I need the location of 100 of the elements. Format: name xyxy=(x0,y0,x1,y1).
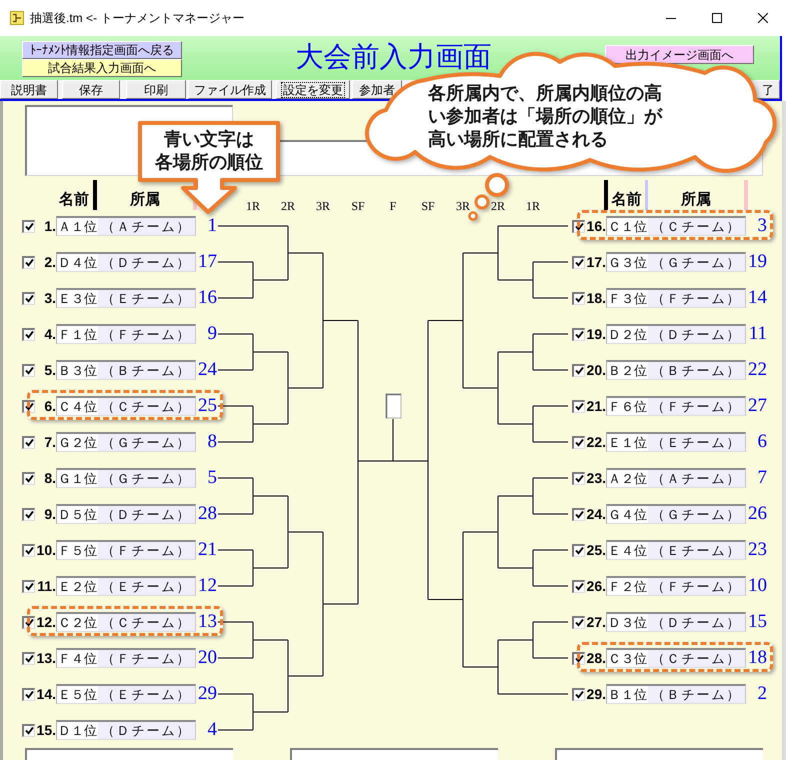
round-label: 3R xyxy=(316,200,330,212)
maximize-icon xyxy=(712,13,722,23)
rank-number: 2 xyxy=(756,684,767,704)
entry-number: 20. xyxy=(586,361,606,380)
rank-number: 16 xyxy=(197,288,217,308)
round-label: 1R xyxy=(246,200,260,212)
rank-number: 22 xyxy=(747,360,767,380)
callout-text: 各所属内で、所属内順位の高い参加者は「場所の順位」が高い場所に配置される xyxy=(428,82,664,151)
entry-number: 21. xyxy=(586,397,606,416)
checkbox[interactable] xyxy=(22,328,35,340)
rank-number: 3 xyxy=(756,216,767,236)
checkbox[interactable] xyxy=(22,544,35,556)
toolbar-button[interactable]: 設定を変更 xyxy=(276,80,350,99)
rank-number: 18 xyxy=(747,648,767,668)
rank-number: 9 xyxy=(206,324,217,344)
checkbox[interactable] xyxy=(572,508,585,520)
text-area-field[interactable] xyxy=(555,748,763,760)
rank-number: 27 xyxy=(747,396,767,416)
entry-number: 19. xyxy=(586,325,606,344)
checkbox[interactable] xyxy=(22,220,35,232)
rank-number: 21 xyxy=(197,540,217,560)
round-label: 3R xyxy=(456,200,470,212)
checkbox[interactable] xyxy=(22,364,35,376)
entry-number: 12. xyxy=(36,613,56,632)
entry-number: 27. xyxy=(586,613,606,632)
bracket-icon xyxy=(10,11,24,25)
entry-number: 6. xyxy=(43,397,56,416)
checkbox[interactable] xyxy=(22,436,35,448)
checkbox[interactable] xyxy=(22,724,35,736)
checkbox[interactable] xyxy=(572,544,585,556)
rank-number: 13 xyxy=(197,612,217,632)
rank-number: 25 xyxy=(197,396,217,416)
rank-number: 11 xyxy=(748,324,767,344)
checkbox[interactable] xyxy=(572,580,585,592)
checkbox[interactable] xyxy=(572,616,585,628)
entry-number: 29. xyxy=(586,685,606,704)
round-label: SF xyxy=(351,200,365,212)
nav-button[interactable]: ﾄｰﾅﾒﾝﾄ情報指定画面へ戻る xyxy=(22,41,182,59)
checkbox[interactable] xyxy=(572,292,585,304)
entry-number: 1. xyxy=(43,217,56,236)
entry-number: 15. xyxy=(36,721,56,740)
round-label: 2R xyxy=(490,200,505,212)
entry-number: 14. xyxy=(36,685,56,704)
entry-number: 3. xyxy=(43,289,56,308)
checkbox[interactable] xyxy=(22,652,35,664)
toolbar-button[interactable]: 保存 xyxy=(62,80,120,99)
column-header: 所属 xyxy=(130,192,160,207)
rank-number: 29 xyxy=(197,684,217,704)
checkbox[interactable] xyxy=(22,256,35,268)
callout-text: 青い文字は xyxy=(164,128,254,151)
checkbox[interactable] xyxy=(22,508,35,520)
rank-number: 7 xyxy=(756,468,767,488)
column-header: 所属 xyxy=(681,192,711,207)
thought-bubble xyxy=(468,211,478,221)
round-label: F xyxy=(390,200,396,212)
entry-number: 18. xyxy=(586,289,606,308)
entry-number: 22. xyxy=(586,433,606,452)
toolbar-button[interactable]: 参加者 xyxy=(352,80,402,99)
rank-number: 14 xyxy=(747,288,767,308)
checkbox[interactable] xyxy=(572,400,585,412)
text-area-field[interactable] xyxy=(290,748,498,760)
toolbar-button[interactable]: ファイル作成 xyxy=(188,80,272,99)
rank-number: 6 xyxy=(756,432,767,452)
checkbox[interactable] xyxy=(572,472,585,484)
round-label: 1R xyxy=(526,200,540,212)
close-icon xyxy=(758,13,768,23)
entry-number: 11. xyxy=(36,577,56,596)
checkbox[interactable] xyxy=(572,436,585,448)
entry-number: 26. xyxy=(586,577,606,596)
entry-number: 17. xyxy=(586,253,606,272)
checkbox[interactable] xyxy=(22,292,35,304)
rank-number: 15 xyxy=(747,612,767,632)
rank-number: 28 xyxy=(197,504,217,524)
output-image-button[interactable]: 出力イメージ画面へ xyxy=(605,45,754,64)
entry-number: 16. xyxy=(586,217,606,236)
rank-number: 17 xyxy=(197,252,217,272)
entry-number: 24. xyxy=(586,505,606,524)
entry-number: 5. xyxy=(43,361,56,380)
entry-number: 10. xyxy=(36,541,56,560)
round-label: SF xyxy=(421,200,435,212)
rank-number: 24 xyxy=(197,360,217,380)
toolbar-button[interactable]: 了 xyxy=(756,80,780,99)
checkbox[interactable] xyxy=(572,328,585,340)
checkbox[interactable] xyxy=(572,364,585,376)
winner-field[interactable] xyxy=(386,394,402,418)
entry-number: 2. xyxy=(43,253,56,272)
checkbox[interactable] xyxy=(572,688,585,700)
rank-number: 4 xyxy=(206,720,217,740)
text-area-field[interactable] xyxy=(25,748,233,760)
checkbox[interactable] xyxy=(22,472,35,484)
column-header: 名前 xyxy=(59,192,89,207)
page-title: 大会前入力画面 xyxy=(296,44,492,72)
checkbox[interactable] xyxy=(22,688,35,700)
checkbox[interactable] xyxy=(572,256,585,268)
rank-number: 20 xyxy=(197,648,217,668)
toolbar-button[interactable]: 印刷 xyxy=(126,80,186,99)
window-title: 抽選後.tm <- トーナメントマネージャー xyxy=(30,12,244,24)
toolbar-button[interactable]: 説明書 xyxy=(0,80,58,99)
checkbox[interactable] xyxy=(22,580,35,592)
nav-button[interactable]: 試合結果入力画面へ xyxy=(22,59,182,77)
